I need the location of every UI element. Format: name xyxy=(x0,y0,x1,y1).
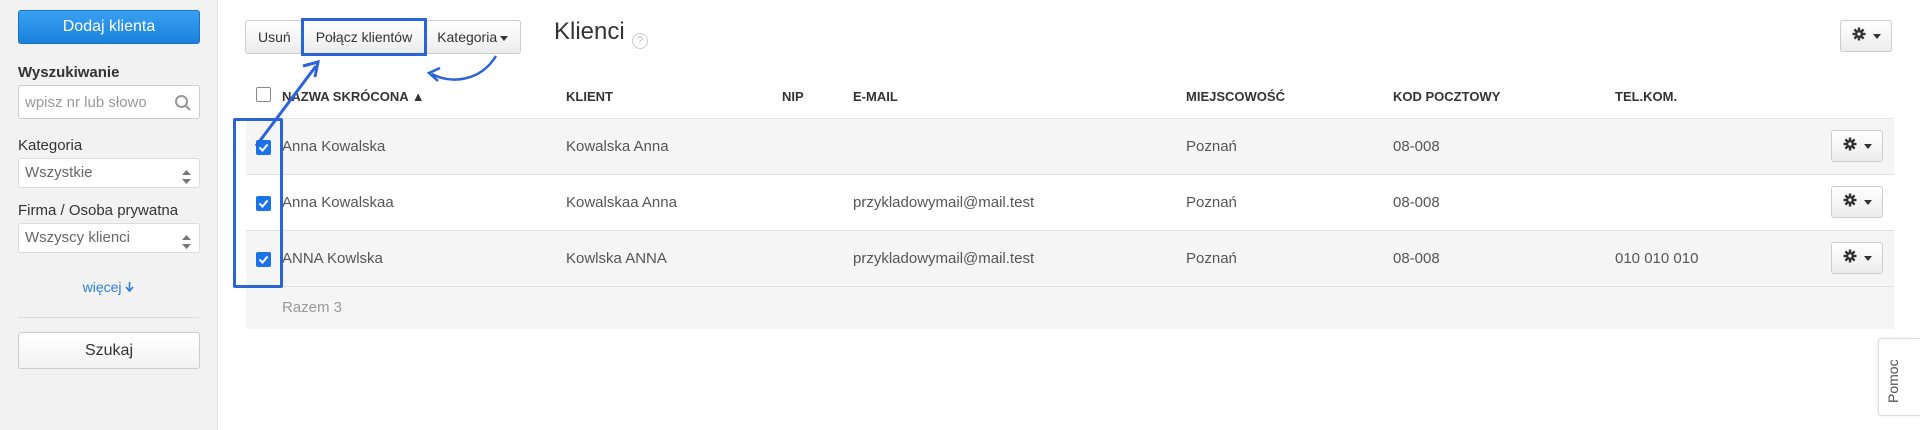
cell-city: Poznań xyxy=(1186,194,1237,211)
column-header-short-name[interactable]: NAZWA SKRÓCONA ▲ xyxy=(282,89,425,104)
row-actions-button[interactable] xyxy=(1831,130,1883,162)
cell-postal-code: 08-008 xyxy=(1393,194,1440,211)
caret-down-icon xyxy=(500,35,509,41)
company-label: Firma / Osoba prywatna xyxy=(18,202,179,219)
sidebar-divider xyxy=(18,317,199,318)
help-icon[interactable]: ? xyxy=(632,33,648,49)
sidebar: Dodaj klienta Wyszukiwanie Kategoria Wsz… xyxy=(0,0,218,430)
caret-down-icon xyxy=(1872,33,1881,39)
cell-short-name: Anna Kowalska xyxy=(282,138,386,155)
caret-down-icon xyxy=(1863,255,1872,261)
gear-icon xyxy=(1852,27,1866,45)
cell-phone: 010 010 010 xyxy=(1615,250,1699,267)
category-label: Kategoria xyxy=(18,137,83,154)
gear-icon xyxy=(1843,193,1857,211)
help-tab-label: Pomoc xyxy=(1885,359,1901,403)
column-header-nip[interactable]: NIP xyxy=(782,89,804,104)
table-row[interactable]: ANNA Kowlska Kowlska ANNA przykladowymai… xyxy=(246,231,1894,287)
settings-gear-button[interactable] xyxy=(1840,20,1892,52)
search-button[interactable]: Szukaj xyxy=(18,332,200,369)
more-filters-label: więcej xyxy=(82,279,122,295)
more-filters-link[interactable]: więcej xyxy=(18,279,199,295)
cell-client: Kowlska ANNA xyxy=(566,250,667,267)
table-footer: Razem 3 xyxy=(246,287,1894,329)
arrow-down-icon xyxy=(125,279,134,295)
cell-email: przykladowymail@mail.test xyxy=(853,194,1035,211)
search-box xyxy=(18,85,200,119)
table-header: NAZWA SKRÓCONA ▲ KLIENT NIP E-MAIL MIEJS… xyxy=(246,76,1894,119)
category-select[interactable]: Wszystkie xyxy=(18,158,200,188)
merge-clients-button[interactable]: Połącz klientów xyxy=(300,18,428,56)
cell-city: Poznań xyxy=(1186,250,1237,267)
page-title: Klienci xyxy=(554,18,625,45)
row-actions-button[interactable] xyxy=(1831,186,1883,218)
category-select-value: Wszystkie xyxy=(25,164,93,181)
search-label: Wyszukiwanie xyxy=(18,64,120,81)
select-arrows-icon xyxy=(182,231,191,259)
table-row[interactable]: Anna Kowalska Kowalska Anna Poznań 08-00… xyxy=(246,119,1894,175)
gear-icon xyxy=(1843,249,1857,267)
category-dropdown-button[interactable]: Kategoria xyxy=(424,20,522,54)
company-select-value: Wszyscy klienci xyxy=(25,229,131,246)
total-count: Razem 3 xyxy=(282,299,343,316)
selected-checkboxes-highlight xyxy=(233,118,283,288)
clients-table: NAZWA SKRÓCONA ▲ KLIENT NIP E-MAIL MIEJS… xyxy=(246,76,1894,329)
add-client-button[interactable]: Dodaj klienta xyxy=(18,10,200,44)
search-icon[interactable] xyxy=(174,94,192,116)
cell-postal-code: 08-008 xyxy=(1393,138,1440,155)
help-tab[interactable]: Pomoc xyxy=(1878,338,1920,416)
select-arrows-icon xyxy=(182,166,191,194)
column-header-email[interactable]: E-MAIL xyxy=(853,89,898,104)
search-input[interactable] xyxy=(19,86,164,118)
table-row[interactable]: Anna Kowalskaa Kowalskaa Anna przykladow… xyxy=(246,175,1894,231)
category-dropdown-label: Kategoria xyxy=(437,29,498,45)
cell-city: Poznań xyxy=(1186,138,1237,155)
company-select[interactable]: Wszyscy klienci xyxy=(18,223,200,253)
column-header-city[interactable]: MIEJSCOWOŚĆ xyxy=(1186,89,1285,104)
delete-button[interactable]: Usuń xyxy=(245,20,304,54)
cell-short-name: ANNA Kowlska xyxy=(282,250,383,267)
column-header-phone[interactable]: TEL.KOM. xyxy=(1615,89,1677,104)
row-actions-button[interactable] xyxy=(1831,242,1883,274)
cell-email: przykladowymail@mail.test xyxy=(853,250,1035,267)
caret-down-icon xyxy=(1863,143,1872,149)
toolbar: Usuń Połącz klientów Kategoria xyxy=(245,18,522,56)
cell-client: Kowalskaa Anna xyxy=(566,194,677,211)
gear-icon xyxy=(1843,137,1857,155)
caret-down-icon xyxy=(1863,199,1872,205)
column-header-client[interactable]: KLIENT xyxy=(566,89,613,104)
cell-client: Kowalska Anna xyxy=(566,138,669,155)
column-header-postal-code[interactable]: KOD POCZTOWY xyxy=(1393,89,1500,104)
cell-short-name: Anna Kowalskaa xyxy=(282,194,394,211)
select-all-checkbox[interactable] xyxy=(256,87,271,102)
cell-postal-code: 08-008 xyxy=(1393,250,1440,267)
